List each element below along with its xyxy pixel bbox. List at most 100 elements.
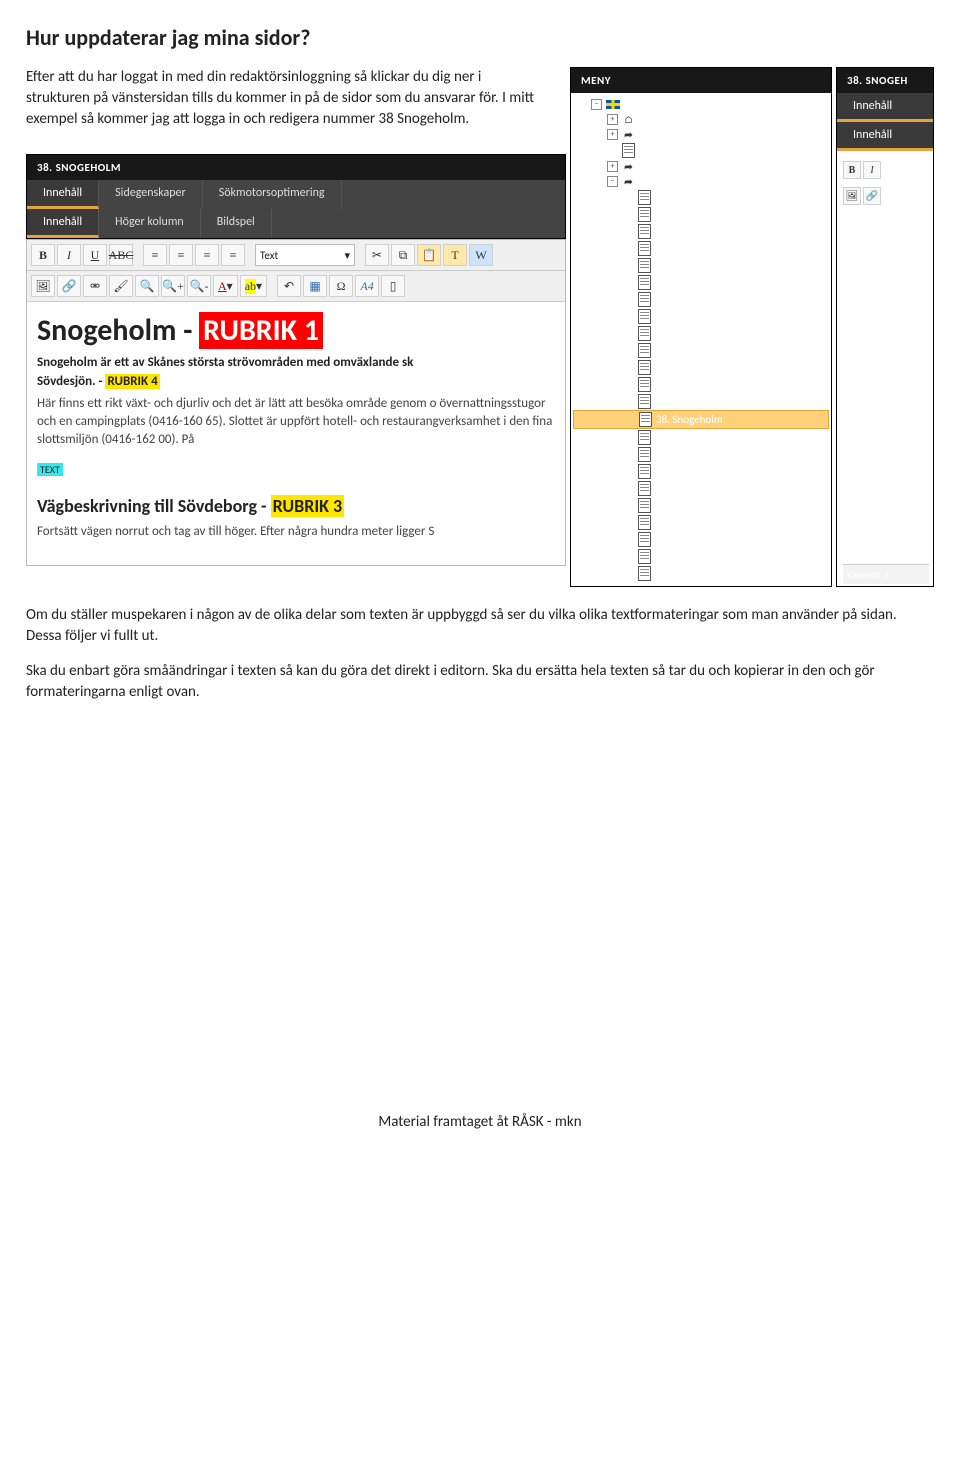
tree-item[interactable]: 29. Humlarödshus fäla	[573, 257, 829, 274]
page-icon	[638, 377, 651, 392]
tree-item[interactable]: 31. Ramnakullabackar	[573, 291, 829, 308]
arrow-icon: ➦	[622, 161, 635, 173]
expand-icon[interactable]: +	[607, 114, 618, 125]
underline-button[interactable]: U	[83, 244, 107, 266]
tree-item[interactable]: 36. Krageholm	[573, 376, 829, 393]
paste-text-button[interactable]: T	[443, 244, 467, 266]
tree-item-label: 47. Ljungen	[655, 567, 707, 580]
strike-button[interactable]: ABC	[109, 244, 133, 266]
tree-item[interactable]: 41. Storkhägnet vid Ka	[573, 463, 829, 480]
tree-item[interactable]: 43. Klingavälsån	[573, 497, 829, 514]
text-tag-highlight: TEXT	[37, 463, 63, 476]
align-left-button[interactable]: ≡	[143, 244, 167, 266]
tree-item[interactable]: 46. Kulturens Östarp	[573, 548, 829, 565]
tree-item[interactable]: +⌂Start	[573, 112, 829, 127]
tree-item-label: 37. Sövestad	[655, 395, 711, 408]
right-lead2: Sövdesj	[843, 265, 929, 279]
tree-item[interactable]: 35. Skårby	[573, 359, 829, 376]
tree-item[interactable]: Slottsslingan	[573, 142, 829, 159]
right-bold-button[interactable]: B	[843, 161, 861, 179]
right-mini-toolbar-1: B I	[843, 161, 929, 179]
tree-item-label: Östra slingan	[639, 175, 697, 188]
tab-sokmotor[interactable]: Sökmotorsoptimering	[203, 180, 342, 209]
bold-button[interactable]: B	[31, 244, 55, 266]
paste-button[interactable]: 📋	[417, 244, 441, 266]
tab-innehall-2[interactable]: Innehåll	[27, 209, 99, 238]
textcolor-button[interactable]: A ▾	[213, 275, 238, 297]
paste-word-button[interactable]: W	[469, 244, 493, 266]
italic-button[interactable]: I	[57, 244, 81, 266]
right-tab-2[interactable]: Innehåll	[837, 122, 933, 151]
tree-item-label: 29. Humlarödshus fäla	[655, 259, 755, 272]
tree-item-label: 44. Kumlatofta	[655, 516, 721, 529]
cut-button[interactable]: ✂	[365, 244, 389, 266]
tree-item[interactable]: 40. Sövde	[573, 446, 829, 463]
copy-button[interactable]: ⧉	[391, 244, 415, 266]
table-button[interactable]: ▦	[303, 275, 327, 297]
tree-item[interactable]: 30. Simontorp	[573, 274, 829, 291]
tree-item[interactable]: −Svenska	[573, 97, 829, 112]
tree-item[interactable]: 34. Rydsgård	[573, 342, 829, 359]
right-image-button[interactable]: 🖼	[843, 187, 861, 205]
columns-button[interactable]: ▯	[381, 275, 405, 297]
tree-item[interactable]: 47. Ljungen	[573, 565, 829, 582]
tab-bildspel[interactable]: Bildspel	[201, 209, 272, 238]
tree-item[interactable]: +➦Området	[573, 127, 829, 142]
align-justify-button[interactable]: ≡	[221, 244, 245, 266]
tree-item[interactable]: 42. Ilstorps	[573, 480, 829, 497]
textsize-button[interactable]: A4	[355, 275, 379, 297]
tree-item[interactable]: 45. Everlöv	[573, 531, 829, 548]
format-select[interactable]: Text▾	[255, 244, 355, 266]
tree-item-label: 46. Kulturens Östarp	[655, 550, 746, 563]
rubrik3-highlight: RUBRIK 3	[271, 495, 345, 517]
align-center-button[interactable]: ≡	[169, 244, 193, 266]
tree-item[interactable]: 37. Sövestad	[573, 393, 829, 410]
tree-item[interactable]: 38. Snogeholm	[573, 410, 829, 429]
tree-item[interactable]: 33. Slimminge	[573, 325, 829, 342]
page-tree[interactable]: −Svenska+⌂Start+➦OmrådetSlottsslingan+➦V…	[571, 93, 831, 586]
right-tabs: Innehåll Innehåll	[837, 93, 933, 151]
right-italic-button[interactable]: I	[863, 161, 881, 179]
tree-item[interactable]: 32. Skönabäck	[573, 308, 829, 325]
highlight-button[interactable]: ab ▾	[240, 275, 267, 297]
zoomin-button[interactable]: 🔍+	[161, 275, 185, 297]
expand-icon[interactable]: +	[607, 161, 618, 172]
collapse-icon[interactable]: −	[607, 176, 618, 187]
page-icon	[638, 292, 651, 307]
right-subheading: Vägbe	[843, 354, 929, 375]
arrow-icon: ➦	[622, 129, 635, 141]
search-button[interactable]: 🔍	[135, 275, 159, 297]
tree-item-label: 38. Snogeholm	[656, 413, 723, 426]
tab-hoger-kolumn[interactable]: Höger kolumn	[99, 209, 201, 238]
tree-item[interactable]: 44. Kumlatofta	[573, 514, 829, 531]
unlink-button[interactable]: ⚮	[83, 275, 107, 297]
page-icon	[638, 275, 651, 290]
tree-item[interactable]: −➦Östra slingan	[573, 174, 829, 189]
editor-paragraph-2: Fortsätt vägen norrut och tag av till hö…	[37, 523, 555, 541]
tree-item[interactable]: 27. Björnstorp	[573, 223, 829, 240]
right-link-button[interactable]: 🔗	[863, 187, 881, 205]
link-button[interactable]: 🔗	[57, 275, 81, 297]
tree-item[interactable]: 25. Veberöd	[573, 189, 829, 206]
undo-button[interactable]: ↶	[277, 275, 301, 297]
expand-icon[interactable]: +	[607, 129, 618, 140]
image-button[interactable]: 🖼	[31, 275, 55, 297]
zoomout-button[interactable]: 🔍-	[187, 275, 211, 297]
omega-button[interactable]: Ω	[329, 275, 353, 297]
tab-sidegenskaper[interactable]: Sidegenskaper	[99, 180, 203, 209]
intro-paragraph: Efter att du har loggat in med din redak…	[26, 67, 536, 130]
right-tab-1[interactable]: Innehåll	[837, 93, 933, 122]
brush-button[interactable]: 🖌	[109, 275, 133, 297]
tree-item[interactable]: 39. Sövdeborg	[573, 429, 829, 446]
align-right-button[interactable]: ≡	[195, 244, 219, 266]
tree-item[interactable]: 28. Dörröds fälad	[573, 240, 829, 257]
tree-item[interactable]: +➦Västra slingan	[573, 159, 829, 174]
tab-innehall-1[interactable]: Innehåll	[27, 180, 99, 209]
page-icon	[639, 412, 652, 427]
right-lead1: Snogeho	[843, 247, 929, 261]
tree-item[interactable]: 26. Romelestugan	[573, 206, 829, 223]
editor-body[interactable]: Snogeholm - RUBRIK 1 Snogeholm är ett av…	[27, 302, 565, 565]
right-p2: övernattn	[843, 302, 929, 316]
page-icon	[638, 207, 651, 222]
collapse-icon[interactable]: −	[591, 99, 602, 110]
